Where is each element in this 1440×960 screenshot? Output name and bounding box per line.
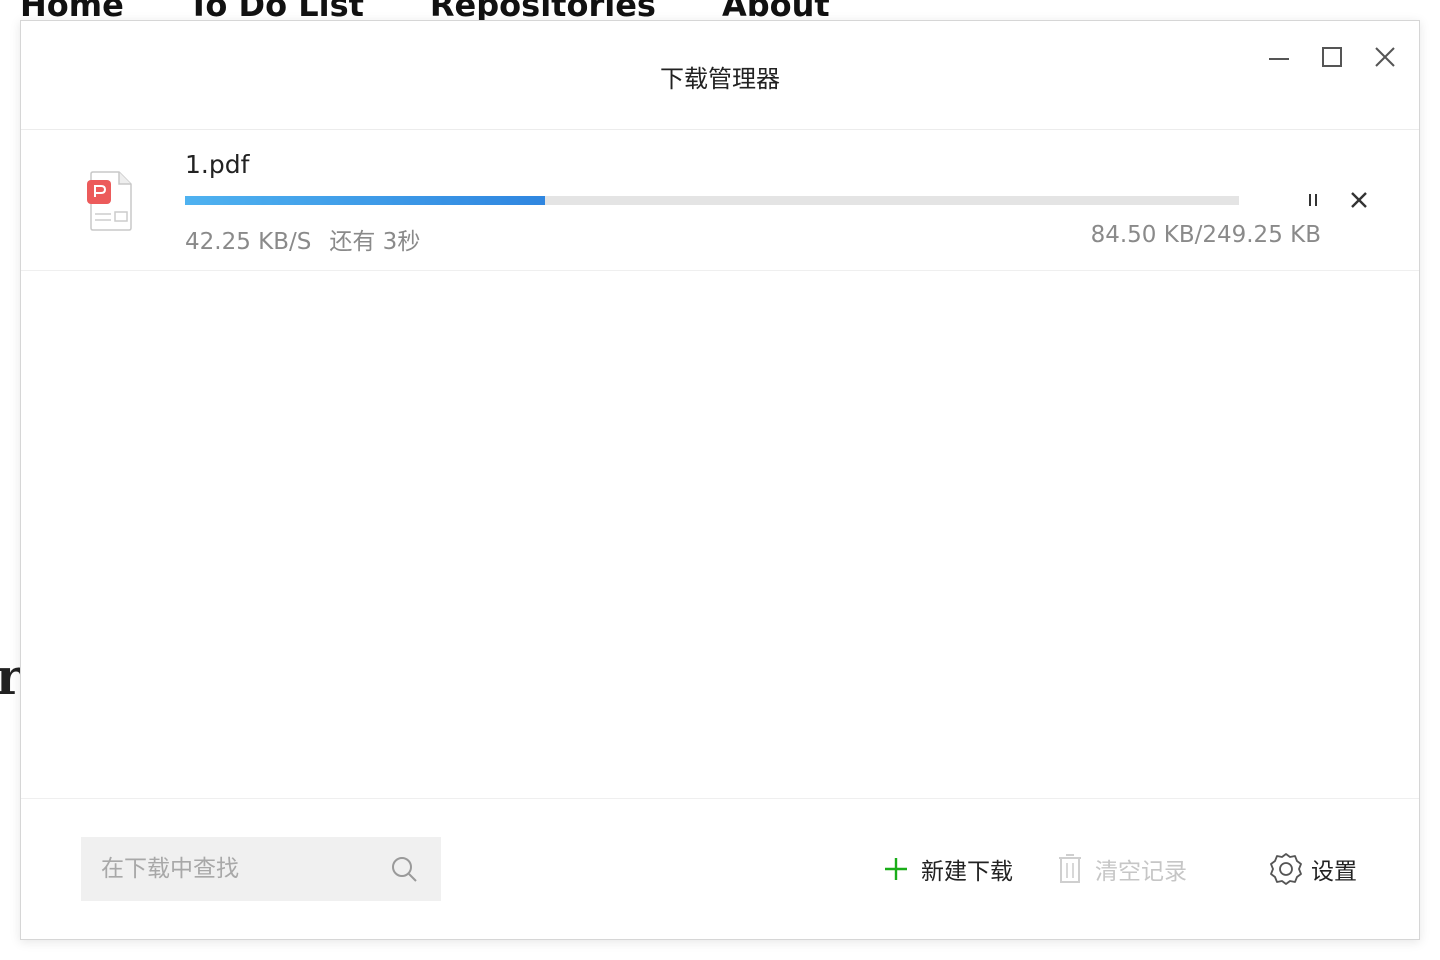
maximize-button[interactable] (1317, 43, 1347, 73)
clear-history-label: 清空记录 (1095, 859, 1187, 885)
search-input[interactable] (81, 837, 371, 901)
new-download-button[interactable]: 新建下载 (883, 849, 1013, 889)
download-speed-line: 42.25 KB/S 还有 3秒 (185, 222, 420, 256)
size-progress: 84.50 KB/249.25 KB (1090, 222, 1321, 248)
pause-icon (1309, 194, 1317, 206)
settings-label: 设置 (1311, 859, 1357, 885)
progress-bar (185, 196, 1239, 205)
close-button[interactable] (1370, 43, 1400, 73)
window-title: 下载管理器 (660, 65, 780, 93)
title-bar[interactable]: 下载管理器 (21, 21, 1419, 130)
background-heading-fragment: r (0, 647, 23, 706)
search-icon[interactable] (389, 854, 419, 884)
progress-bar-fill (185, 196, 546, 205)
cancel-icon (1351, 192, 1367, 208)
plus-icon (885, 858, 907, 880)
download-speed: 42.25 KB/S (185, 229, 312, 255)
download-manager-window: 下载管理器 1.pdf 42.25 KB/S 还有 3秒 84.50 KB/24… (20, 20, 1420, 940)
maximize-icon (1322, 47, 1342, 67)
cancel-download-button[interactable] (1347, 188, 1371, 212)
footer-toolbar: 新建下载 清空记录 设置 (21, 798, 1419, 939)
trash-icon (1059, 854, 1081, 883)
pause-button[interactable] (1301, 188, 1325, 212)
minimize-icon (1269, 58, 1289, 60)
new-download-label: 新建下载 (921, 859, 1013, 885)
minimize-button[interactable] (1264, 43, 1294, 73)
gear-icon (1270, 853, 1302, 885)
clear-history-button[interactable]: 清空记录 (1057, 849, 1187, 889)
file-name: 1.pdf (185, 150, 250, 179)
search-box[interactable] (81, 837, 441, 901)
pdf-file-icon (85, 170, 137, 234)
time-remaining: 还有 3秒 (329, 229, 421, 255)
download-item[interactable]: 1.pdf 42.25 KB/S 还有 3秒 84.50 KB/249.25 KB (21, 130, 1419, 271)
settings-button[interactable]: 设置 (1269, 849, 1357, 889)
close-icon (1375, 47, 1395, 67)
